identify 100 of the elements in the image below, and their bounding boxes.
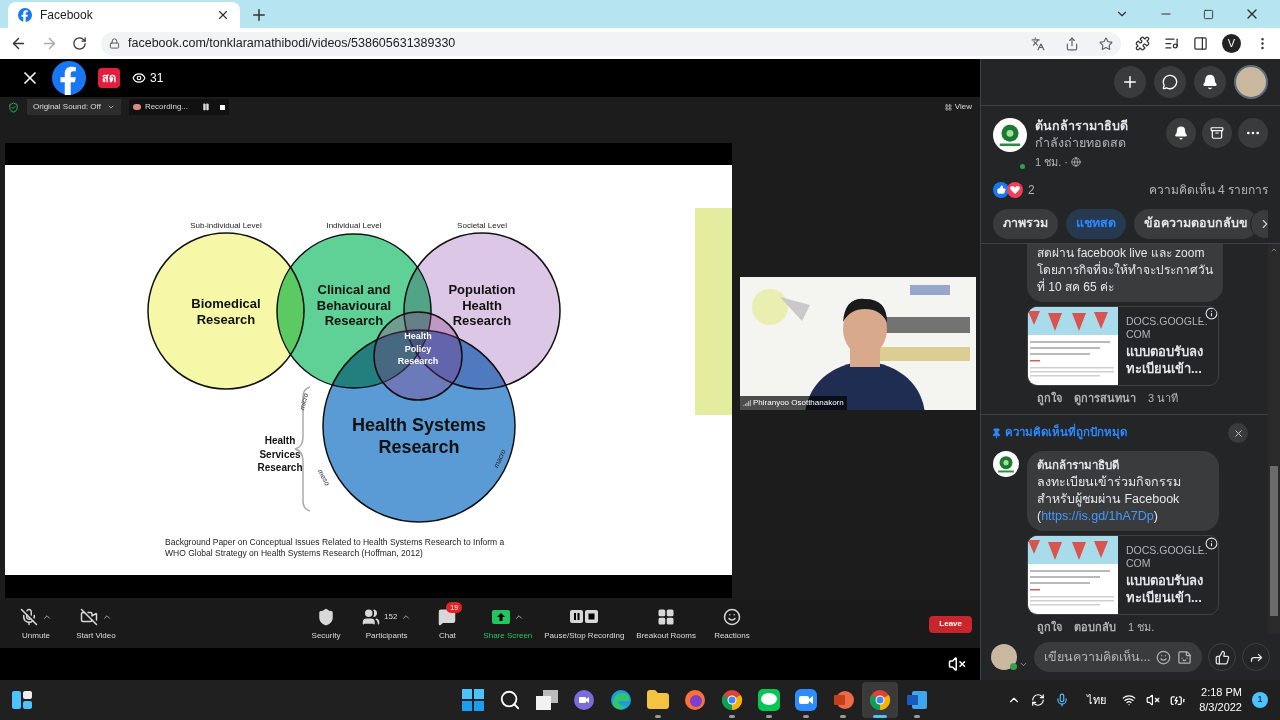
media-icon[interactable] <box>1164 36 1179 51</box>
volume-icon[interactable] <box>1146 693 1161 707</box>
create-button[interactable] <box>1114 66 1146 98</box>
bell-button[interactable] <box>1166 118 1196 148</box>
link-domain: DOCS.GOOGLE.COM <box>1126 314 1209 341</box>
pinned-heading: ความคิดเห็นที่ถูกปักหมุด <box>1005 424 1228 442</box>
toolbar-button[interactable]: Security <box>298 606 354 642</box>
shield-icon <box>8 101 19 113</box>
link-card[interactable]: DOCS.GOOGLE.COM แบบตอบรับลงทะเบียนเข้า... <box>1027 535 1219 616</box>
back-icon[interactable] <box>10 35 27 52</box>
comment-time: 1 ชม. <box>1128 620 1155 634</box>
share-screen-icon <box>491 609 510 624</box>
people-icon <box>362 607 380 626</box>
link-domain: DOCS.GOOGLE.COM <box>1126 544 1209 571</box>
maximize-icon[interactable] <box>1203 8 1214 20</box>
pause-icon[interactable] <box>202 103 211 111</box>
toolbar-button[interactable]: Pause/Stop Recording <box>540 606 629 642</box>
toolbar-button[interactable]: Unmute <box>8 606 64 642</box>
circle-label: Health Systems Research <box>350 415 488 459</box>
speaker-name: Phiranyoo Osotthanakorn <box>753 397 844 409</box>
signal-icon <box>743 399 751 407</box>
input-language[interactable]: ไทย <box>1087 691 1107 709</box>
browser-tab[interactable]: Facebook <box>8 2 240 28</box>
comment-author[interactable]: ต้นกล้ารามาธิบดี <box>1037 457 1209 475</box>
level-label: Individual Level <box>326 220 382 232</box>
profile-button[interactable]: V <box>1222 34 1241 53</box>
leave-button[interactable]: Leave <box>929 615 972 633</box>
new-tab-icon[interactable] <box>250 6 268 24</box>
post-title: ต้นกล้ารามาธิบดี กำลังถ่ายทอดสด <box>1035 118 1129 152</box>
ring-logo-icon <box>868 689 891 711</box>
comment-box[interactable]: เขียนความคิดเห็น... <box>1034 642 1202 672</box>
original-sound-button[interactable]: Original Sound: Off <box>27 99 121 115</box>
share-icon[interactable] <box>1065 36 1079 51</box>
reload-icon[interactable] <box>72 36 87 51</box>
toolbar-button[interactable]: Breakout Rooms <box>632 606 700 642</box>
camera-icon <box>794 689 817 711</box>
caption: Background Paper on Conceptual Issues Related to Health Systems Research to Inform a WHO Global Strategy on Health Systems Research (Hoffman, 2012) <box>165 537 506 560</box>
lock-icon <box>109 38 120 49</box>
more-button[interactable] <box>1238 118 1268 148</box>
side-label: Health Services Research <box>256 433 304 475</box>
toolbar-button[interactable]: 152 Participants <box>358 606 416 642</box>
box-icon <box>1210 126 1224 140</box>
user-avatar[interactable] <box>991 644 1017 670</box>
windows-icon <box>461 689 484 711</box>
circle-label: Biomedical Research <box>190 296 262 328</box>
pause-stop-icon <box>570 610 599 623</box>
toolbar-button[interactable]: Share Screen <box>479 606 537 642</box>
comment-action-link[interactable]: ถูกใจ <box>1037 619 1062 634</box>
logo-icon <box>52 61 86 95</box>
scroll-thumb[interactable] <box>1270 466 1278 616</box>
comment-field[interactable]: เขียนความคิดเห็น... <box>1044 647 1150 667</box>
recording-status: Recording... <box>144 101 189 113</box>
close-icon <box>1232 427 1244 439</box>
task-view-icon <box>535 690 558 710</box>
toolbar-button[interactable]: Reactions <box>703 606 760 642</box>
globe-icon <box>1070 157 1081 168</box>
close-button[interactable] <box>1228 423 1248 443</box>
stop-icon[interactable] <box>220 104 226 110</box>
save-button[interactable] <box>1202 118 1232 148</box>
close-icon[interactable] <box>216 8 230 22</box>
comment-action-link[interactable]: ถูกใจ <box>1037 389 1062 406</box>
logo-icon <box>18 8 32 22</box>
emoji-icon[interactable] <box>1156 649 1171 665</box>
sync-icon[interactable] <box>1031 693 1046 707</box>
profile-avatar[interactable] <box>1234 65 1268 99</box>
swirl-logo-icon <box>609 689 632 711</box>
side-panel-icon[interactable] <box>1193 36 1208 51</box>
circle-label: Clinical and Behavioural Research <box>315 281 393 329</box>
comment-link[interactable]: https://is.gd/1hA7Dp <box>1041 509 1154 524</box>
extensions-icon[interactable] <box>1135 36 1150 51</box>
muted-speaker-icon[interactable] <box>948 655 966 673</box>
widgets-icon <box>12 691 32 709</box>
mic-icon[interactable] <box>1055 693 1070 707</box>
notification-badge[interactable]: 1 <box>1252 692 1268 708</box>
folder-icon <box>645 688 670 712</box>
view-button[interactable]: View <box>944 101 972 113</box>
comment-text: สดผ่าน facebook live และ zoom โดยภารกิจที่จะให้ทำจะประกาศวัน ที่ 10 สค 65 ค่ะ <box>1027 243 1223 302</box>
heart-reaction-icon <box>1007 181 1023 198</box>
post-time: 1 ชม. · <box>1035 155 1068 170</box>
wifi-icon[interactable] <box>1122 693 1137 707</box>
address-field[interactable]: facebook.com/tonklaramathibodi/videos/538605631389330 <box>101 31 1121 56</box>
translate-icon[interactable] <box>1031 36 1045 51</box>
link-title: แบบตอบรับลงทะเบียนเข้า... <box>1126 342 1204 377</box>
toolbar-button[interactable]: Start Video <box>68 606 124 642</box>
video-off-icon <box>80 607 98 626</box>
sticker-icon[interactable] <box>1177 649 1192 665</box>
clock[interactable]: 2:18 PM 8/3/2022 <box>1199 685 1242 715</box>
plus-icon <box>1121 73 1139 91</box>
grid-icon <box>657 607 676 626</box>
star-icon[interactable] <box>1099 36 1113 51</box>
link-card[interactable]: DOCS.GOOGLE.COM แบบตอบรับลงทะเบียนเข้า... <box>1027 305 1219 386</box>
comment-action-link[interactable]: ดูการสนทนา <box>1074 389 1136 406</box>
taskbar-app[interactable] <box>861 682 898 718</box>
comment-time: 3 นาที <box>1148 390 1179 406</box>
messenger-button[interactable] <box>1154 66 1186 98</box>
filter-tab[interactable]: ภาพรวม <box>993 208 1058 239</box>
document-app-icon <box>905 689 928 711</box>
comment-action-link[interactable]: ตอบกลับ <box>1074 619 1116 634</box>
notifications-button[interactable] <box>1194 66 1226 98</box>
comment-count[interactable]: ความคิดเห็น 4 รายการ <box>1148 180 1268 199</box>
